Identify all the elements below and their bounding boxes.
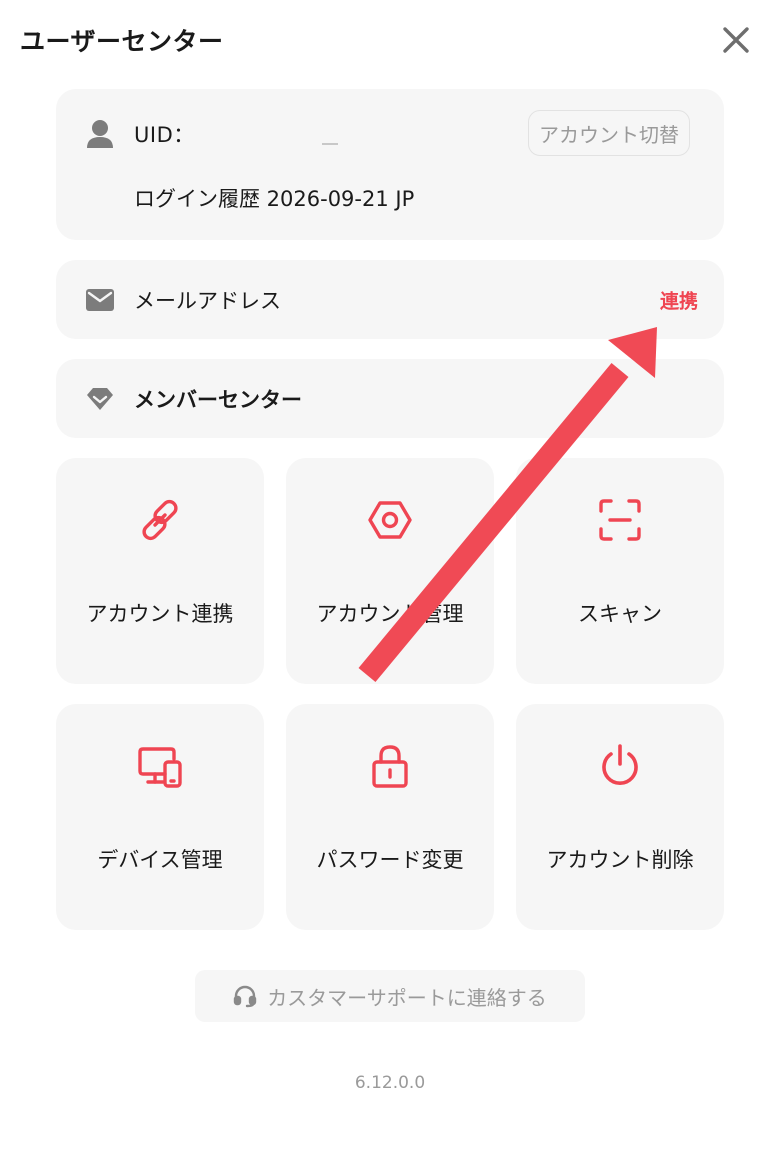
- tile-scan[interactable]: スキャン: [516, 458, 724, 684]
- power-icon: [592, 738, 648, 794]
- tile-change-password[interactable]: パスワード変更: [286, 704, 494, 930]
- support-label: カスタマーサポートに連絡する: [267, 985, 547, 1010]
- tile-label: アカウント管理: [316, 602, 464, 626]
- mail-icon: [86, 288, 114, 311]
- tile-label: アカウント連携: [86, 602, 234, 626]
- page-title: ユーザーセンター: [20, 27, 224, 56]
- tile-delete-account[interactable]: アカウント削除: [516, 704, 724, 930]
- login-history-text: ログイン履歴 2026-09-21 JP: [134, 187, 415, 211]
- user-avatar-icon: [86, 119, 114, 153]
- tile-label: アカウント削除: [546, 848, 694, 872]
- tile-account-link[interactable]: アカウント連携: [56, 458, 264, 684]
- hexagon-settings-icon: [362, 492, 418, 548]
- profile-card: UID： アカウント切替 ログイン履歴 2026-09-21 JP: [56, 89, 724, 240]
- link-icon: [132, 492, 188, 548]
- headset-icon: [233, 985, 257, 1008]
- link-email-button[interactable]: 連携: [660, 286, 698, 313]
- switch-account-button[interactable]: アカウント切替: [528, 110, 690, 156]
- tile-device-manage[interactable]: デバイス管理: [56, 704, 264, 930]
- tile-label: スキャン: [578, 602, 662, 626]
- email-row[interactable]: メールアドレス 連携: [56, 260, 724, 339]
- app-version: 6.12.0.0: [354, 1073, 426, 1093]
- close-button[interactable]: [712, 20, 760, 60]
- tile-label: デバイス管理: [97, 848, 223, 872]
- lock-icon: [362, 738, 418, 794]
- diamond-icon: [86, 387, 114, 411]
- close-icon: [723, 27, 749, 53]
- email-label: メールアドレス: [134, 288, 281, 313]
- member-center-row[interactable]: メンバーセンター: [56, 359, 724, 438]
- devices-icon: [132, 738, 188, 794]
- scan-icon: [592, 492, 648, 548]
- tile-label: パスワード変更: [316, 848, 464, 872]
- uid-value-masked: [322, 143, 338, 145]
- tile-account-manage[interactable]: アカウント管理: [286, 458, 494, 684]
- uid-label: UID：: [134, 123, 195, 147]
- contact-support-button[interactable]: カスタマーサポートに連絡する: [195, 970, 585, 1022]
- member-center-label: メンバーセンター: [134, 387, 302, 412]
- user-center-page: ユーザーセンター UID： アカウント切替 ログイン履歴 2026-09-21 …: [0, 0, 780, 1152]
